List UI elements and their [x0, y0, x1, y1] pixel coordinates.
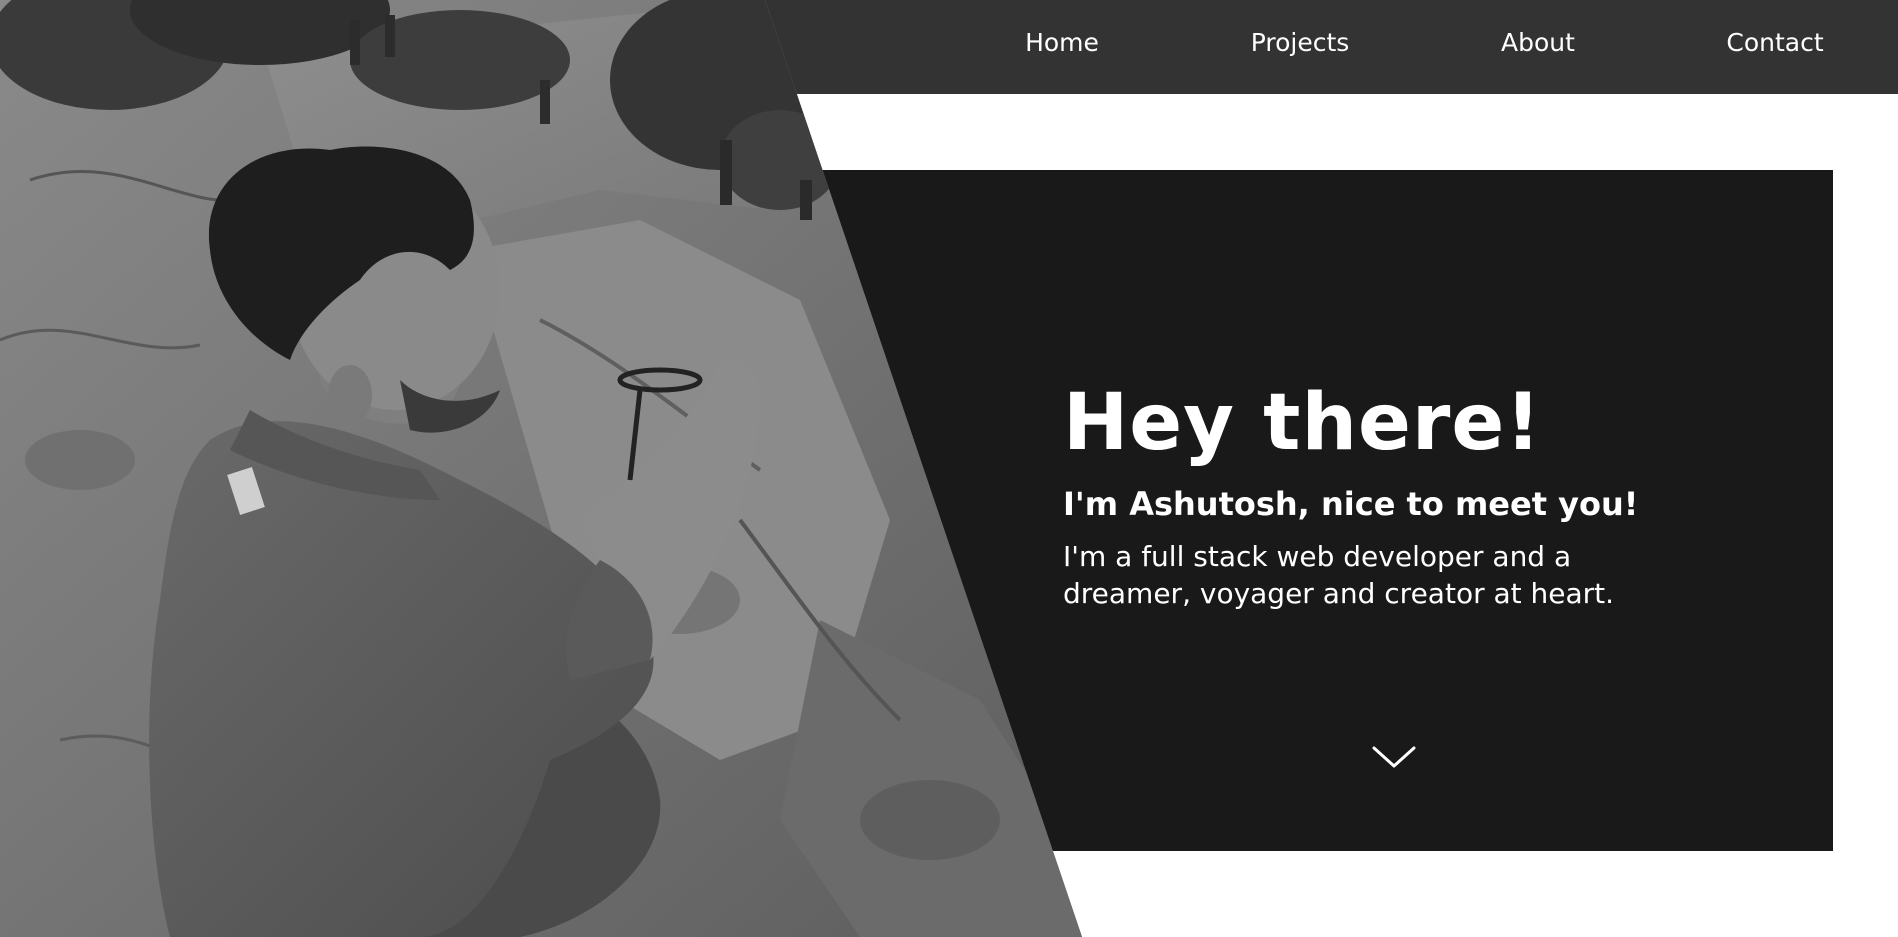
nav-home-link[interactable]: Home — [1025, 27, 1099, 59]
portfolio-page: Home Projects About Contact Hey there! I… — [0, 0, 1898, 937]
nav-about-link[interactable]: About — [1501, 27, 1575, 59]
hero-description: I'm a full stack web developer and a dre… — [1063, 540, 1615, 610]
hero-subtitle: I'm Ashutosh, nice to meet you! — [1063, 485, 1639, 523]
nav-contact-link[interactable]: Contact — [1726, 27, 1823, 59]
chevron-down-icon-graphic — [1372, 746, 1416, 768]
profile-photo-graphic — [0, 0, 1082, 937]
nav-projects-link[interactable]: Projects — [1251, 27, 1350, 59]
hero-title: Hey there! — [1063, 378, 1542, 468]
chevron-down-icon[interactable] — [1372, 744, 1416, 772]
profile-photo — [0, 0, 1082, 937]
